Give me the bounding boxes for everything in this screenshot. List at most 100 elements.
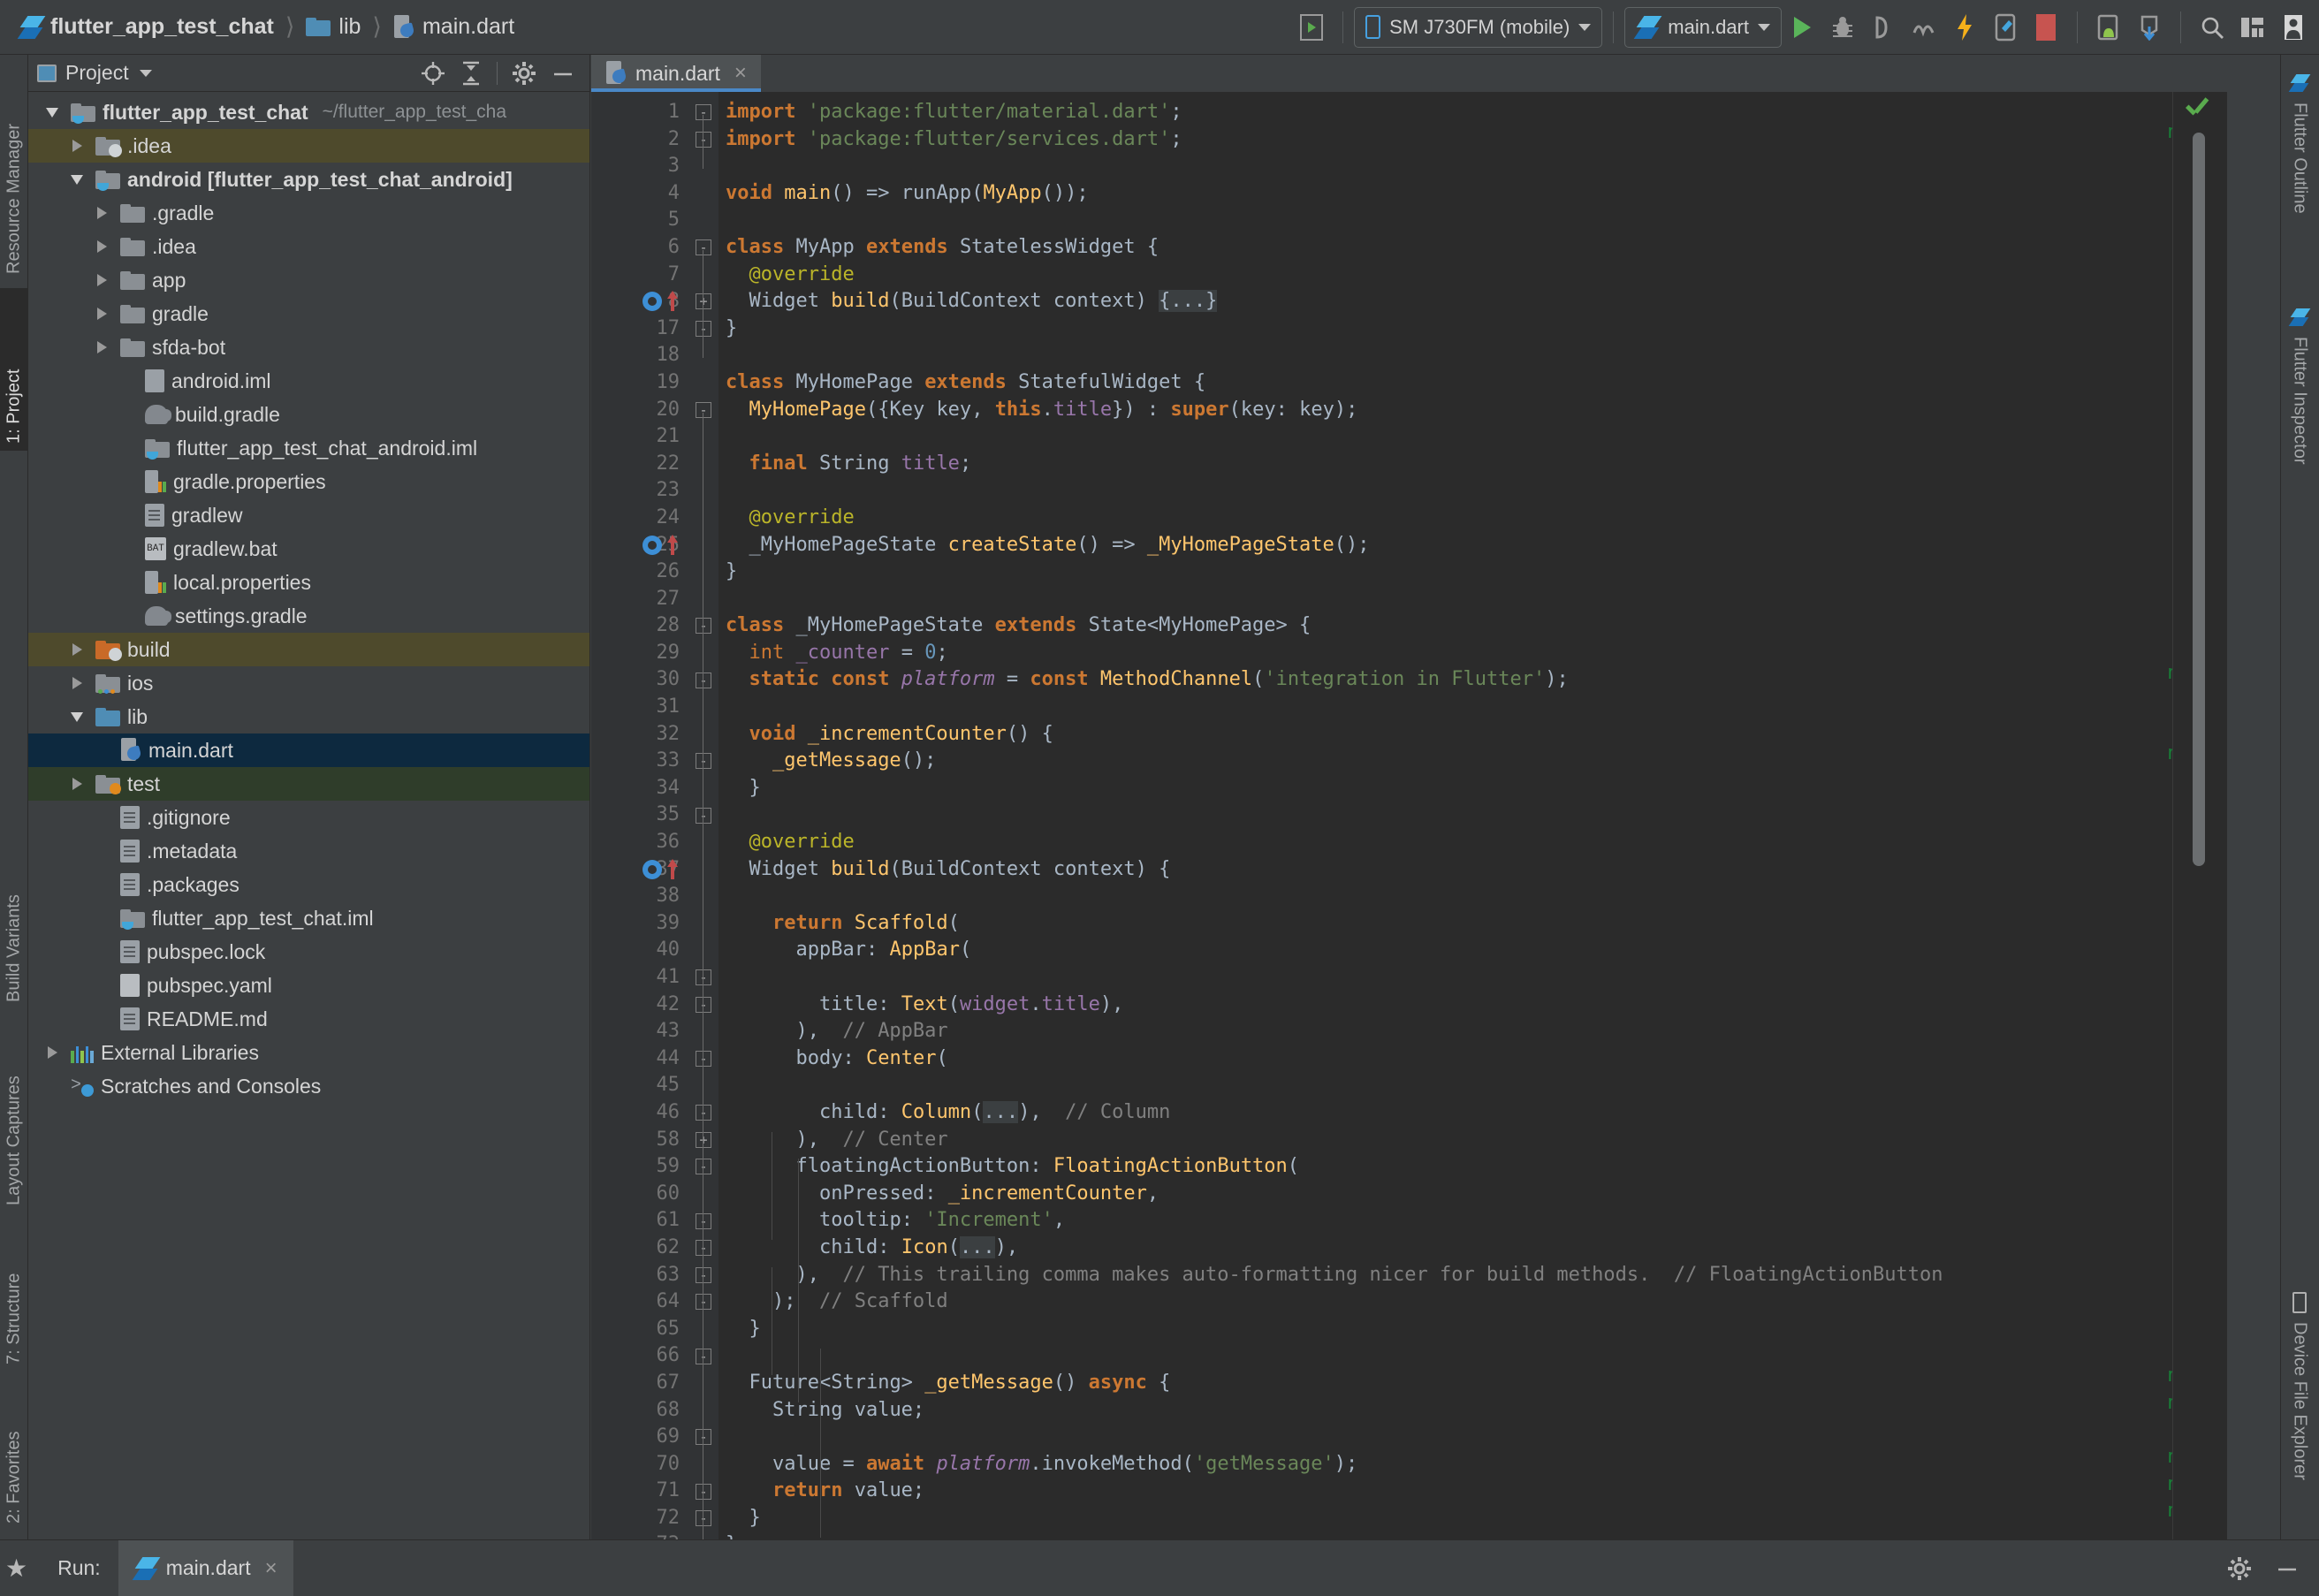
code-line[interactable]: class MyHomePage extends StatefulWidget … <box>719 369 2227 397</box>
code-line[interactable]: } <box>719 1531 2227 1539</box>
tree-node-build[interactable]: build <box>28 633 589 666</box>
code-line[interactable]: @override <box>719 262 2227 289</box>
tool-tab-favorites[interactable]: 2: Favorites <box>0 1389 28 1531</box>
code-line[interactable]: _MyHomePageState createState() => _MyHom… <box>719 532 2227 559</box>
fold-collapse-icon[interactable]: - <box>696 1510 711 1526</box>
code-editor[interactable]: 1234567817181920212223242526272829303132… <box>591 92 2227 1539</box>
tree-expand-toggle[interactable] <box>90 201 113 224</box>
fold-collapse-icon[interactable]: - <box>696 1267 711 1283</box>
gear-icon[interactable] <box>512 61 536 86</box>
run-tab-main-dart[interactable]: main.dart × <box>118 1540 293 1596</box>
tree-node-idea[interactable]: .idea <box>28 230 589 263</box>
fold-collapse-icon[interactable]: - <box>696 1240 711 1256</box>
run-configuration-selector[interactable]: main.dart <box>1624 7 1782 48</box>
tree-node-test[interactable]: test <box>28 767 589 801</box>
open-devtools-button[interactable] <box>1985 8 2026 47</box>
close-icon[interactable]: × <box>265 1556 278 1581</box>
tree-expand-toggle[interactable] <box>65 638 88 661</box>
run-button[interactable] <box>1782 8 1822 47</box>
code-line[interactable]: ), // AppBar <box>719 1018 2227 1045</box>
minimize-icon[interactable] <box>551 61 575 86</box>
code-line[interactable] <box>719 477 2227 505</box>
tree-node-gradle[interactable]: gradle <box>28 297 589 331</box>
tree-node-flutter-app-test-chat-android-iml[interactable]: flutter_app_test_chat_android.iml <box>28 431 589 465</box>
breadcrumb-item-file[interactable]: main.dart <box>390 14 518 40</box>
tree-node-gitignore[interactable]: .gitignore <box>28 801 589 834</box>
code-line[interactable]: static const platform = const MethodChan… <box>719 666 2227 694</box>
code-line[interactable]: ); // Scaffold <box>719 1288 2227 1316</box>
tool-tab-device-file-explorer[interactable]: Device File Explorer <box>2280 1283 2319 1539</box>
tree-node-pubspec-lock[interactable]: pubspec.lock <box>28 935 589 969</box>
device-selector[interactable]: SM J730FM (mobile) <box>1354 7 1602 48</box>
fold-collapse-icon[interactable]: - <box>696 1051 711 1067</box>
tree-node-app[interactable]: app <box>28 263 589 297</box>
code-line[interactable] <box>719 1072 2227 1099</box>
tree-expand-toggle[interactable] <box>65 134 88 157</box>
fold-collapse-icon[interactable]: - <box>696 1294 711 1310</box>
code-line[interactable]: ), // This trailing comma makes auto-for… <box>719 1262 2227 1289</box>
code-line[interactable] <box>719 342 2227 369</box>
tree-expand-toggle[interactable] <box>41 1041 64 1064</box>
code-line[interactable]: class MyApp extends StatelessWidget { <box>719 234 2227 262</box>
code-line[interactable]: int _counter = 0; <box>719 640 2227 667</box>
breadcrumb-item-folder[interactable]: lib <box>302 14 364 40</box>
code-line[interactable]: appBar: AppBar( <box>719 937 2227 964</box>
tree-collapse-toggle[interactable] <box>41 101 64 124</box>
code-line[interactable]: class _MyHomePageState extends State<MyH… <box>719 612 2227 640</box>
code-line[interactable] <box>719 153 2227 180</box>
tree-node-packages[interactable]: .packages <box>28 868 589 901</box>
code-line[interactable]: } <box>719 1316 2227 1343</box>
tree-collapse-toggle[interactable] <box>65 168 88 191</box>
code-line[interactable]: _getMessage(); <box>719 748 2227 775</box>
code-line[interactable]: } <box>719 559 2227 586</box>
tree-node-sfda-bot[interactable]: sfda-bot <box>28 331 589 364</box>
code-line[interactable]: return value; <box>719 1478 2227 1505</box>
tree-node-idea[interactable]: .idea <box>28 129 589 163</box>
tree-expand-toggle[interactable] <box>65 672 88 695</box>
editor-vertical-scrollbar[interactable] <box>2193 133 2205 866</box>
tree-expand-toggle[interactable] <box>90 269 113 292</box>
code-line[interactable] <box>719 1342 2227 1370</box>
debug-button[interactable] <box>1822 8 1863 47</box>
search-everywhere-button[interactable] <box>2192 8 2232 47</box>
tree-node-metadata[interactable]: .metadata <box>28 834 589 868</box>
code-line[interactable]: floatingActionButton: FloatingActionButt… <box>719 1153 2227 1181</box>
avd-manager-button[interactable] <box>2273 8 2314 47</box>
tree-node-flutter-app-test-chat-iml[interactable]: flutter_app_test_chat.iml <box>28 901 589 935</box>
code-line[interactable] <box>719 883 2227 910</box>
fold-collapse-icon[interactable]: - <box>696 321 711 337</box>
project-tree[interactable]: flutter_app_test_chat~/flutter_app_test_… <box>28 92 589 1103</box>
gear-icon[interactable] <box>2227 1556 2252 1581</box>
fold-collapse-icon[interactable]: - <box>696 997 711 1013</box>
fold-collapse-icon[interactable]: - <box>696 1159 711 1174</box>
tree-node-ios[interactable]: ios <box>28 666 589 700</box>
tool-tab-flutter-outline[interactable]: Flutter Outline <box>2280 64 2319 285</box>
editor-tab-main-dart[interactable]: main.dart × <box>591 55 761 92</box>
fold-collapse-icon[interactable]: - <box>696 969 711 985</box>
attach-debugger-button[interactable] <box>2088 8 2129 47</box>
fold-collapse-icon[interactable]: - <box>696 239 711 255</box>
code-line[interactable]: child: Column(...), // Column <box>719 1099 2227 1127</box>
code-line[interactable] <box>719 423 2227 451</box>
tree-node-main-dart[interactable]: main.dart <box>28 733 589 767</box>
fold-collapse-icon[interactable]: - <box>696 1213 711 1229</box>
code-line[interactable] <box>719 802 2227 829</box>
fold-collapse-icon[interactable]: - <box>696 1484 711 1500</box>
tool-tab-flutter-inspector[interactable]: Flutter Inspector <box>2280 298 2319 545</box>
tool-tab-build-variants[interactable]: Build Variants <box>0 850 28 1009</box>
tree-expand-toggle[interactable] <box>90 235 113 258</box>
code-line[interactable]: ), // Center <box>719 1127 2227 1154</box>
tree-expand-toggle[interactable] <box>65 772 88 795</box>
code-line[interactable] <box>719 964 2227 992</box>
code-line[interactable]: child: Icon(...), <box>719 1235 2227 1262</box>
tree-node-gradle[interactable]: .gradle <box>28 196 589 230</box>
tool-tab-structure[interactable]: 7: Structure <box>0 1230 28 1372</box>
fold-collapse-icon[interactable]: - <box>696 132 711 148</box>
override-marker-icon[interactable] <box>642 536 662 555</box>
tree-node-gradle-properties[interactable]: gradle.properties <box>28 465 589 498</box>
code-folding-column[interactable]: ---+----------+--------- <box>688 92 719 1539</box>
fold-collapse-icon[interactable]: - <box>696 618 711 634</box>
code-line[interactable]: import 'package:flutter/services.dart'; <box>719 126 2227 154</box>
code-line[interactable]: @override <box>719 829 2227 856</box>
stop-button[interactable] <box>2026 8 2066 47</box>
